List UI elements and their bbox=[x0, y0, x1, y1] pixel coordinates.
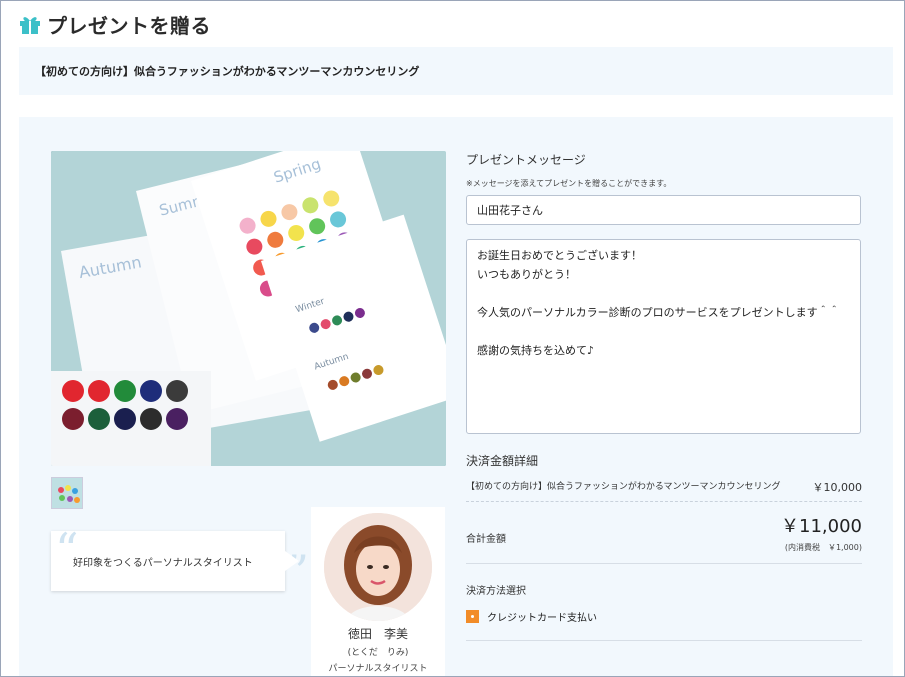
page-title: プレゼントを贈る bbox=[47, 13, 211, 38]
payment-item-price: ￥10,000 bbox=[812, 481, 863, 494]
message-section-title: プレゼントメッセージ bbox=[466, 153, 586, 167]
stylist-role: パーソナルスタイリスト bbox=[328, 664, 428, 674]
recipient-name-input[interactable] bbox=[466, 195, 861, 225]
payment-method-title: 決済方法選択 bbox=[466, 586, 526, 597]
close-quote-icon: ” bbox=[285, 545, 309, 599]
stylist-catchphrase: 好印象をつくるパーソナルスタイリスト bbox=[73, 557, 253, 569]
stylist-name: 徳田 李美 bbox=[347, 627, 408, 641]
payment-method-label: クレジットカード支払い bbox=[487, 613, 597, 624]
hero-image: Autumn Summer Spring Winter Autumn bbox=[51, 151, 446, 466]
radio-selected-icon[interactable] bbox=[466, 610, 479, 623]
total-label: 合計金額 bbox=[466, 534, 506, 545]
page-header: プレゼントを贈る bbox=[19, 7, 211, 41]
payment-total-row: 合計金額 ￥11,000 (内消費税 ￥1,000) bbox=[466, 512, 862, 564]
avatar bbox=[324, 513, 432, 621]
payment-item-row: 【初めての方向け】似合うファッションがわかるマンツーマンカウンセリング ￥10,… bbox=[466, 479, 862, 502]
gift-message-textarea[interactable]: お誕生日おめでとうございます！ いつもありがとう！ 今人気のパーソナルカラー診断… bbox=[466, 239, 861, 434]
service-name: 【初めての方向け】似合うファッションがわかるマンツーマンカウンセリング bbox=[35, 65, 420, 78]
gift-form: プレゼントメッセージ ※メッセージを添えてプレゼントを贈ることができます。 お誕… bbox=[466, 151, 862, 641]
service-summary: 【初めての方向け】似合うファッションがわかるマンツーマンカウンセリング bbox=[19, 47, 893, 95]
total-amount: ￥11,000 bbox=[781, 516, 862, 537]
payment-details-title: 決済金額詳細 bbox=[466, 454, 539, 468]
gift-icon bbox=[20, 17, 40, 34]
payment-item-name: 【初めての方向け】似合うファッションがわかるマンツーマンカウンセリング bbox=[466, 482, 781, 492]
main-panel: Autumn Summer Spring Winter Autumn “ 好印象… bbox=[19, 117, 893, 676]
stylist-profile-card[interactable]: 徳田 李美 (とくだ りみ) パーソナルスタイリスト bbox=[311, 507, 445, 676]
stylist-catchphrase-bubble: “ 好印象をつくるパーソナルスタイリスト ” bbox=[51, 527, 309, 595]
page-frame: プレゼントを贈る 【初めての方向け】似合うファッションがわかるマンツーマンカウン… bbox=[0, 0, 905, 677]
stylist-kana: (とくだ りみ) bbox=[347, 648, 409, 658]
gallery-thumbnail[interactable] bbox=[51, 477, 83, 509]
tax-note: (内消費税 ￥1,000) bbox=[784, 543, 862, 552]
message-note: ※メッセージを添えてプレゼントを贈ることができます。 bbox=[466, 179, 672, 188]
payment-method-credit-card[interactable]: クレジットカード支払い bbox=[466, 609, 862, 641]
